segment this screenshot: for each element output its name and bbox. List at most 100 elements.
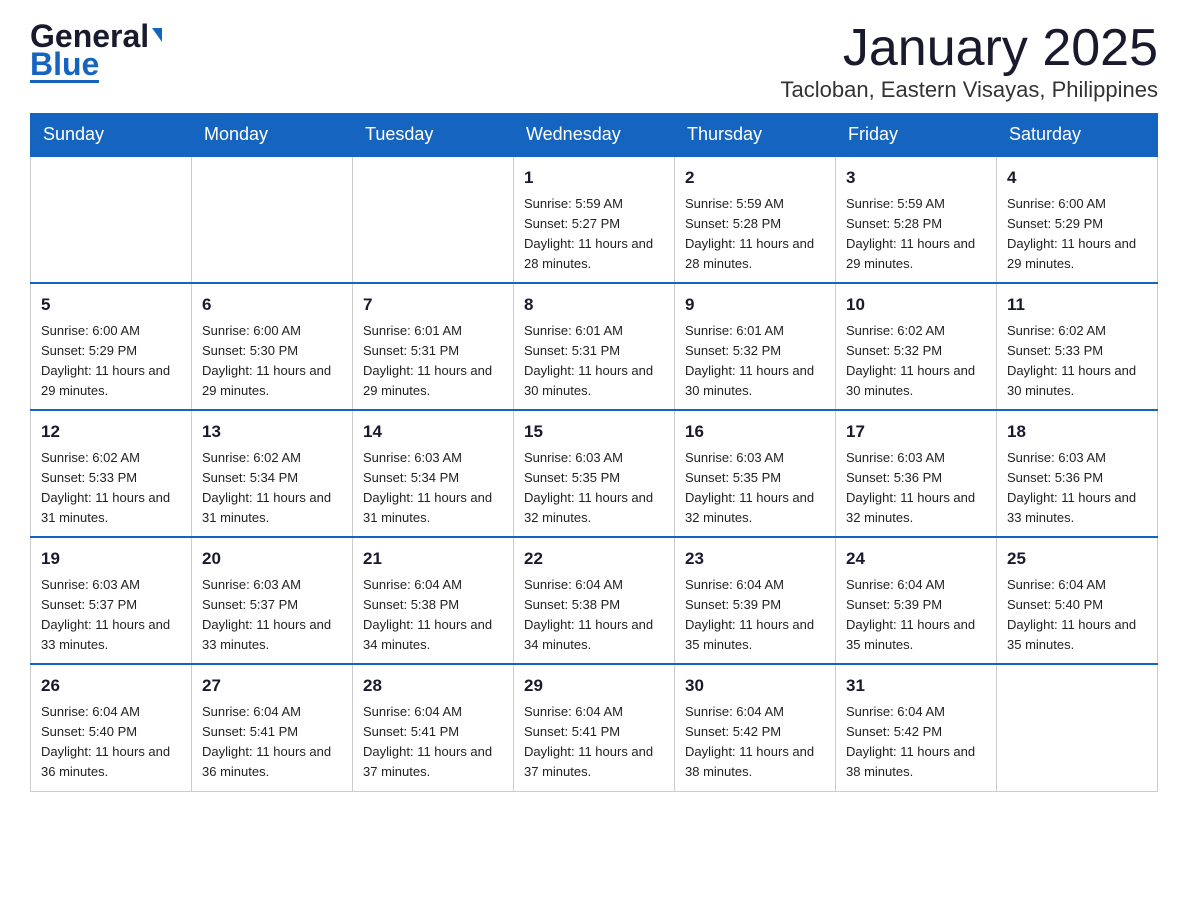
- calendar-cell: 3 Sunrise: 5:59 AM Sunset: 5:28 PM Daylig…: [836, 156, 997, 283]
- calendar-cell: 22Sunrise: 6:04 AM Sunset: 5:38 PM Dayli…: [514, 537, 675, 664]
- cell-info-text: Sunrise: 6:04 AM Sunset: 5:40 PM Dayligh…: [41, 702, 181, 783]
- cell-date-number: 14: [363, 419, 503, 445]
- cell-info-text: Sunrise: 6:04 AM Sunset: 5:38 PM Dayligh…: [524, 575, 664, 656]
- cell-date-number: 9: [685, 292, 825, 318]
- cell-date-number: 19: [41, 546, 181, 572]
- header-saturday: Saturday: [997, 114, 1158, 157]
- cell-date-number: 16: [685, 419, 825, 445]
- cell-info-text: Sunrise: 6:04 AM Sunset: 5:38 PM Dayligh…: [363, 575, 503, 656]
- cell-date-number: 23: [685, 546, 825, 572]
- cell-info-text: Sunrise: 5:59 AM Sunset: 5:28 PM Dayligh…: [846, 194, 986, 275]
- calendar-header-row: SundayMondayTuesdayWednesdayThursdayFrid…: [31, 114, 1158, 157]
- cell-date-number: 27: [202, 673, 342, 699]
- calendar-cell: 28 Sunrise: 6:04 AM Sunset: 5:41 PM Dayli…: [353, 664, 514, 791]
- calendar-cell: 25 Sunrise: 6:04 AM Sunset: 5:40 PM Dayli…: [997, 537, 1158, 664]
- location-title: Tacloban, Eastern Visayas, Philippines: [781, 77, 1158, 103]
- cell-info-text: Sunrise: 6:03 AM Sunset: 5:34 PM Dayligh…: [363, 448, 503, 529]
- cell-date-number: 28: [363, 673, 503, 699]
- calendar-cell: 30 Sunrise: 6:04 AM Sunset: 5:42 PM Dayli…: [675, 664, 836, 791]
- header-friday: Friday: [836, 114, 997, 157]
- cell-date-number: 18: [1007, 419, 1147, 445]
- cell-info-text: Sunrise: 6:04 AM Sunset: 5:42 PM Dayligh…: [846, 702, 986, 783]
- week-row-4: 19 Sunrise: 6:03 AM Sunset: 5:37 PM Dayli…: [31, 537, 1158, 664]
- cell-info-text: Sunrise: 6:03 AM Sunset: 5:35 PM Dayligh…: [685, 448, 825, 529]
- header-thursday: Thursday: [675, 114, 836, 157]
- calendar-cell: 17Sunrise: 6:03 AM Sunset: 5:36 PM Dayli…: [836, 410, 997, 537]
- cell-info-text: Sunrise: 6:01 AM Sunset: 5:32 PM Dayligh…: [685, 321, 825, 402]
- cell-date-number: 24: [846, 546, 986, 572]
- calendar-cell: [192, 156, 353, 283]
- calendar-cell: 24Sunrise: 6:04 AM Sunset: 5:39 PM Dayli…: [836, 537, 997, 664]
- cell-info-text: Sunrise: 6:04 AM Sunset: 5:40 PM Dayligh…: [1007, 575, 1147, 656]
- cell-date-number: 31: [846, 673, 986, 699]
- calendar-cell: 9 Sunrise: 6:01 AM Sunset: 5:32 PM Daylig…: [675, 283, 836, 410]
- logo: General Blue: [30, 20, 162, 83]
- cell-date-number: 25: [1007, 546, 1147, 572]
- calendar-table: SundayMondayTuesdayWednesdayThursdayFrid…: [30, 113, 1158, 791]
- cell-info-text: Sunrise: 6:04 AM Sunset: 5:41 PM Dayligh…: [202, 702, 342, 783]
- calendar-cell: 21 Sunrise: 6:04 AM Sunset: 5:38 PM Dayli…: [353, 537, 514, 664]
- calendar-cell: 4Sunrise: 6:00 AM Sunset: 5:29 PM Daylig…: [997, 156, 1158, 283]
- cell-date-number: 2: [685, 165, 825, 191]
- cell-date-number: 4: [1007, 165, 1147, 191]
- cell-date-number: 5: [41, 292, 181, 318]
- calendar-cell: 2 Sunrise: 5:59 AM Sunset: 5:28 PM Daylig…: [675, 156, 836, 283]
- calendar-cell: 29Sunrise: 6:04 AM Sunset: 5:41 PM Dayli…: [514, 664, 675, 791]
- week-row-3: 12 Sunrise: 6:02 AM Sunset: 5:33 PM Dayli…: [31, 410, 1158, 537]
- cell-info-text: Sunrise: 6:03 AM Sunset: 5:36 PM Dayligh…: [846, 448, 986, 529]
- cell-date-number: 13: [202, 419, 342, 445]
- calendar-cell: [353, 156, 514, 283]
- calendar-cell: [31, 156, 192, 283]
- cell-info-text: Sunrise: 6:02 AM Sunset: 5:32 PM Dayligh…: [846, 321, 986, 402]
- cell-date-number: 10: [846, 292, 986, 318]
- calendar-cell: 5Sunrise: 6:00 AM Sunset: 5:29 PM Daylig…: [31, 283, 192, 410]
- cell-info-text: Sunrise: 6:03 AM Sunset: 5:37 PM Dayligh…: [202, 575, 342, 656]
- calendar-cell: 14 Sunrise: 6:03 AM Sunset: 5:34 PM Dayli…: [353, 410, 514, 537]
- cell-info-text: Sunrise: 6:04 AM Sunset: 5:39 PM Dayligh…: [685, 575, 825, 656]
- calendar-cell: 19Sunrise: 6:03 AM Sunset: 5:37 PM Dayli…: [31, 537, 192, 664]
- cell-date-number: 21: [363, 546, 503, 572]
- calendar-cell: 31 Sunrise: 6:04 AM Sunset: 5:42 PM Dayli…: [836, 664, 997, 791]
- calendar-cell: 26 Sunrise: 6:04 AM Sunset: 5:40 PM Dayli…: [31, 664, 192, 791]
- cell-date-number: 7: [363, 292, 503, 318]
- calendar-cell: 15Sunrise: 6:03 AM Sunset: 5:35 PM Dayli…: [514, 410, 675, 537]
- cell-date-number: 12: [41, 419, 181, 445]
- calendar-cell: 8Sunrise: 6:01 AM Sunset: 5:31 PM Daylig…: [514, 283, 675, 410]
- calendar-cell: 6Sunrise: 6:00 AM Sunset: 5:30 PM Daylig…: [192, 283, 353, 410]
- cell-info-text: Sunrise: 6:04 AM Sunset: 5:42 PM Dayligh…: [685, 702, 825, 783]
- cell-date-number: 11: [1007, 292, 1147, 318]
- cell-info-text: Sunrise: 6:00 AM Sunset: 5:30 PM Dayligh…: [202, 321, 342, 402]
- cell-info-text: Sunrise: 6:01 AM Sunset: 5:31 PM Dayligh…: [524, 321, 664, 402]
- header-sunday: Sunday: [31, 114, 192, 157]
- calendar-cell: 23 Sunrise: 6:04 AM Sunset: 5:39 PM Dayli…: [675, 537, 836, 664]
- calendar-cell: 1Sunrise: 5:59 AM Sunset: 5:27 PM Daylig…: [514, 156, 675, 283]
- calendar-cell: 7 Sunrise: 6:01 AM Sunset: 5:31 PM Daylig…: [353, 283, 514, 410]
- calendar-cell: 27 Sunrise: 6:04 AM Sunset: 5:41 PM Dayli…: [192, 664, 353, 791]
- cell-info-text: Sunrise: 5:59 AM Sunset: 5:27 PM Dayligh…: [524, 194, 664, 275]
- cell-date-number: 3: [846, 165, 986, 191]
- cell-info-text: Sunrise: 5:59 AM Sunset: 5:28 PM Dayligh…: [685, 194, 825, 275]
- header-wednesday: Wednesday: [514, 114, 675, 157]
- logo-blue-text: Blue: [30, 48, 99, 83]
- month-title: January 2025: [781, 20, 1158, 77]
- cell-info-text: Sunrise: 6:04 AM Sunset: 5:41 PM Dayligh…: [363, 702, 503, 783]
- cell-date-number: 30: [685, 673, 825, 699]
- week-row-1: 1Sunrise: 5:59 AM Sunset: 5:27 PM Daylig…: [31, 156, 1158, 283]
- week-row-2: 5Sunrise: 6:00 AM Sunset: 5:29 PM Daylig…: [31, 283, 1158, 410]
- cell-info-text: Sunrise: 6:01 AM Sunset: 5:31 PM Dayligh…: [363, 321, 503, 402]
- calendar-cell: 20 Sunrise: 6:03 AM Sunset: 5:37 PM Dayli…: [192, 537, 353, 664]
- cell-info-text: Sunrise: 6:02 AM Sunset: 5:34 PM Dayligh…: [202, 448, 342, 529]
- cell-info-text: Sunrise: 6:04 AM Sunset: 5:41 PM Dayligh…: [524, 702, 664, 783]
- title-block: January 2025 Tacloban, Eastern Visayas, …: [781, 20, 1158, 103]
- cell-info-text: Sunrise: 6:02 AM Sunset: 5:33 PM Dayligh…: [1007, 321, 1147, 402]
- calendar-cell: 10 Sunrise: 6:02 AM Sunset: 5:32 PM Dayli…: [836, 283, 997, 410]
- calendar-cell: 11 Sunrise: 6:02 AM Sunset: 5:33 PM Dayli…: [997, 283, 1158, 410]
- cell-date-number: 26: [41, 673, 181, 699]
- page-header: General Blue January 2025 Tacloban, East…: [30, 20, 1158, 103]
- cell-info-text: Sunrise: 6:02 AM Sunset: 5:33 PM Dayligh…: [41, 448, 181, 529]
- calendar-cell: 13 Sunrise: 6:02 AM Sunset: 5:34 PM Dayli…: [192, 410, 353, 537]
- calendar-cell: [997, 664, 1158, 791]
- calendar-cell: 16 Sunrise: 6:03 AM Sunset: 5:35 PM Dayli…: [675, 410, 836, 537]
- cell-date-number: 20: [202, 546, 342, 572]
- calendar-cell: 12 Sunrise: 6:02 AM Sunset: 5:33 PM Dayli…: [31, 410, 192, 537]
